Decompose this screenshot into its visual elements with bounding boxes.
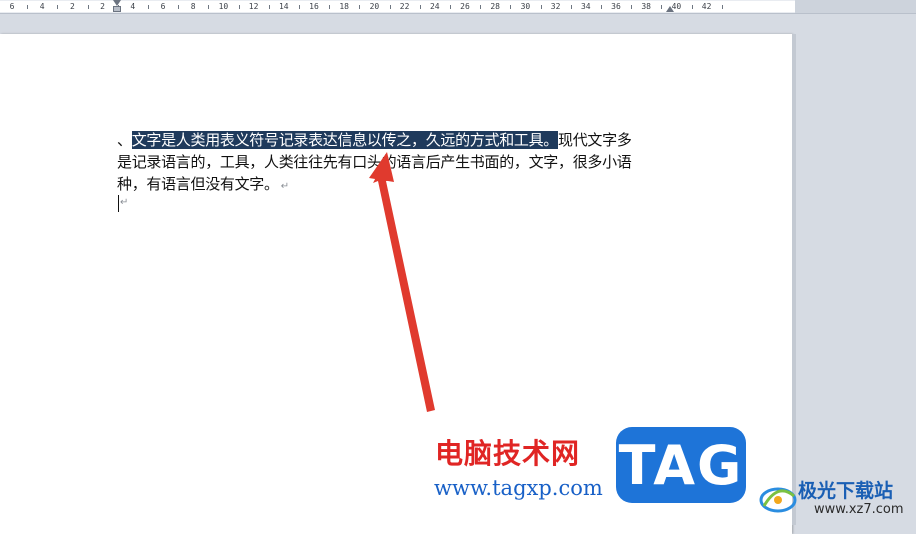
ruler-tick (600, 5, 602, 9)
ruler-label: 24 (429, 2, 440, 11)
ruler-tick (238, 5, 240, 9)
ruler-label: 4 (39, 2, 45, 11)
ruler-tick (57, 5, 59, 9)
ruler-label: 30 (520, 2, 531, 11)
ruler-tick (540, 5, 542, 9)
ruler-tick (87, 5, 89, 9)
ruler-tick (419, 5, 421, 9)
ruler-tick (449, 5, 451, 9)
text-line-1-rest: 现代文字多 (558, 131, 632, 149)
tag-logo-text: TAG (618, 433, 744, 497)
ruler-label: 38 (641, 2, 652, 11)
ruler-label: 26 (460, 2, 470, 11)
ruler-tick (27, 5, 29, 9)
ruler-tick (329, 5, 331, 9)
corner-site-name: 极光下载站 (798, 480, 894, 502)
ruler-tick (510, 5, 512, 9)
ruler-tick (178, 5, 180, 9)
ruler-label: 4 (130, 2, 136, 11)
ruler-tick (268, 5, 270, 9)
text-line-3[interactable]: 种，有语言但没有文字。 ↵ (117, 173, 677, 195)
ruler-tick (147, 5, 149, 9)
watermark-site-url: www.tagxp.com (434, 476, 603, 500)
watermark-site-name: 电脑技术网 (435, 437, 581, 470)
page-shadow (792, 34, 796, 525)
right-indent-marker[interactable] (666, 6, 674, 12)
ruler-tick (480, 5, 482, 9)
ruler-label: 12 (248, 2, 259, 11)
ruler-label: 10 (218, 2, 229, 11)
tag-logo: TAG (616, 427, 746, 503)
ruler-label: 20 (369, 2, 380, 11)
ruler-label: 34 (580, 2, 591, 11)
ruler-label: 6 (9, 2, 15, 11)
ruler-tick (721, 5, 723, 9)
ruler-label: 18 (339, 2, 350, 11)
ruler-label: 2 (69, 2, 75, 11)
ruler-label: 6 (160, 2, 166, 11)
text-cursor (118, 195, 119, 212)
ruler-tick (631, 5, 633, 9)
ruler-label: 8 (190, 2, 196, 11)
paragraph-mark-icon: ↵ (280, 181, 289, 192)
ruler-overflow-area (795, 0, 916, 13)
ruler-tick (359, 5, 361, 9)
ruler-tick (208, 5, 210, 9)
corner-site-url: www.xz7.com (814, 502, 904, 517)
ruler-label: 2 (100, 2, 106, 11)
ruler-tick (691, 5, 693, 9)
left-indent-marker[interactable] (113, 6, 121, 12)
text-line-1[interactable]: 、文字是人类用表义符号记录表达信息以传之，久远的方式和工具。现代文字多 (117, 129, 677, 151)
ruler-tick (389, 5, 391, 9)
text-line-1-prefix: 、 (117, 131, 132, 149)
ruler-label: 36 (611, 2, 621, 11)
ruler-label: 22 (399, 2, 410, 11)
text-line-2[interactable]: 是记录语言的，工具，人类往往先有口头的语言后产生书面的，文字，很多小语 (117, 151, 677, 173)
empty-paragraph-mark-icon: ↵ (120, 197, 129, 208)
text-line-3-content: 种，有语言但没有文字。 (117, 175, 279, 193)
horizontal-ruler[interactable]: 6 4 2 2 4 6 8 10 12 14 16 18 20 22 24 26 28 30 32 34 36 38 40 4… (0, 0, 916, 14)
ruler-tick (570, 5, 572, 9)
document-body-text[interactable]: 、文字是人类用表义符号记录表达信息以传之，久远的方式和工具。现代文字多 是记录语… (117, 129, 677, 195)
ruler-label: 32 (550, 2, 561, 11)
ruler-tick (298, 5, 300, 9)
ruler-label: 42 (701, 2, 712, 11)
selected-text[interactable]: 文字是人类用表义符号记录表达信息以传之，久远的方式和工具。 (131, 131, 558, 149)
ruler-label: 14 (278, 2, 289, 11)
ruler-label: 16 (309, 2, 319, 11)
ruler-tick (661, 5, 663, 9)
ruler-label: 28 (490, 2, 501, 11)
